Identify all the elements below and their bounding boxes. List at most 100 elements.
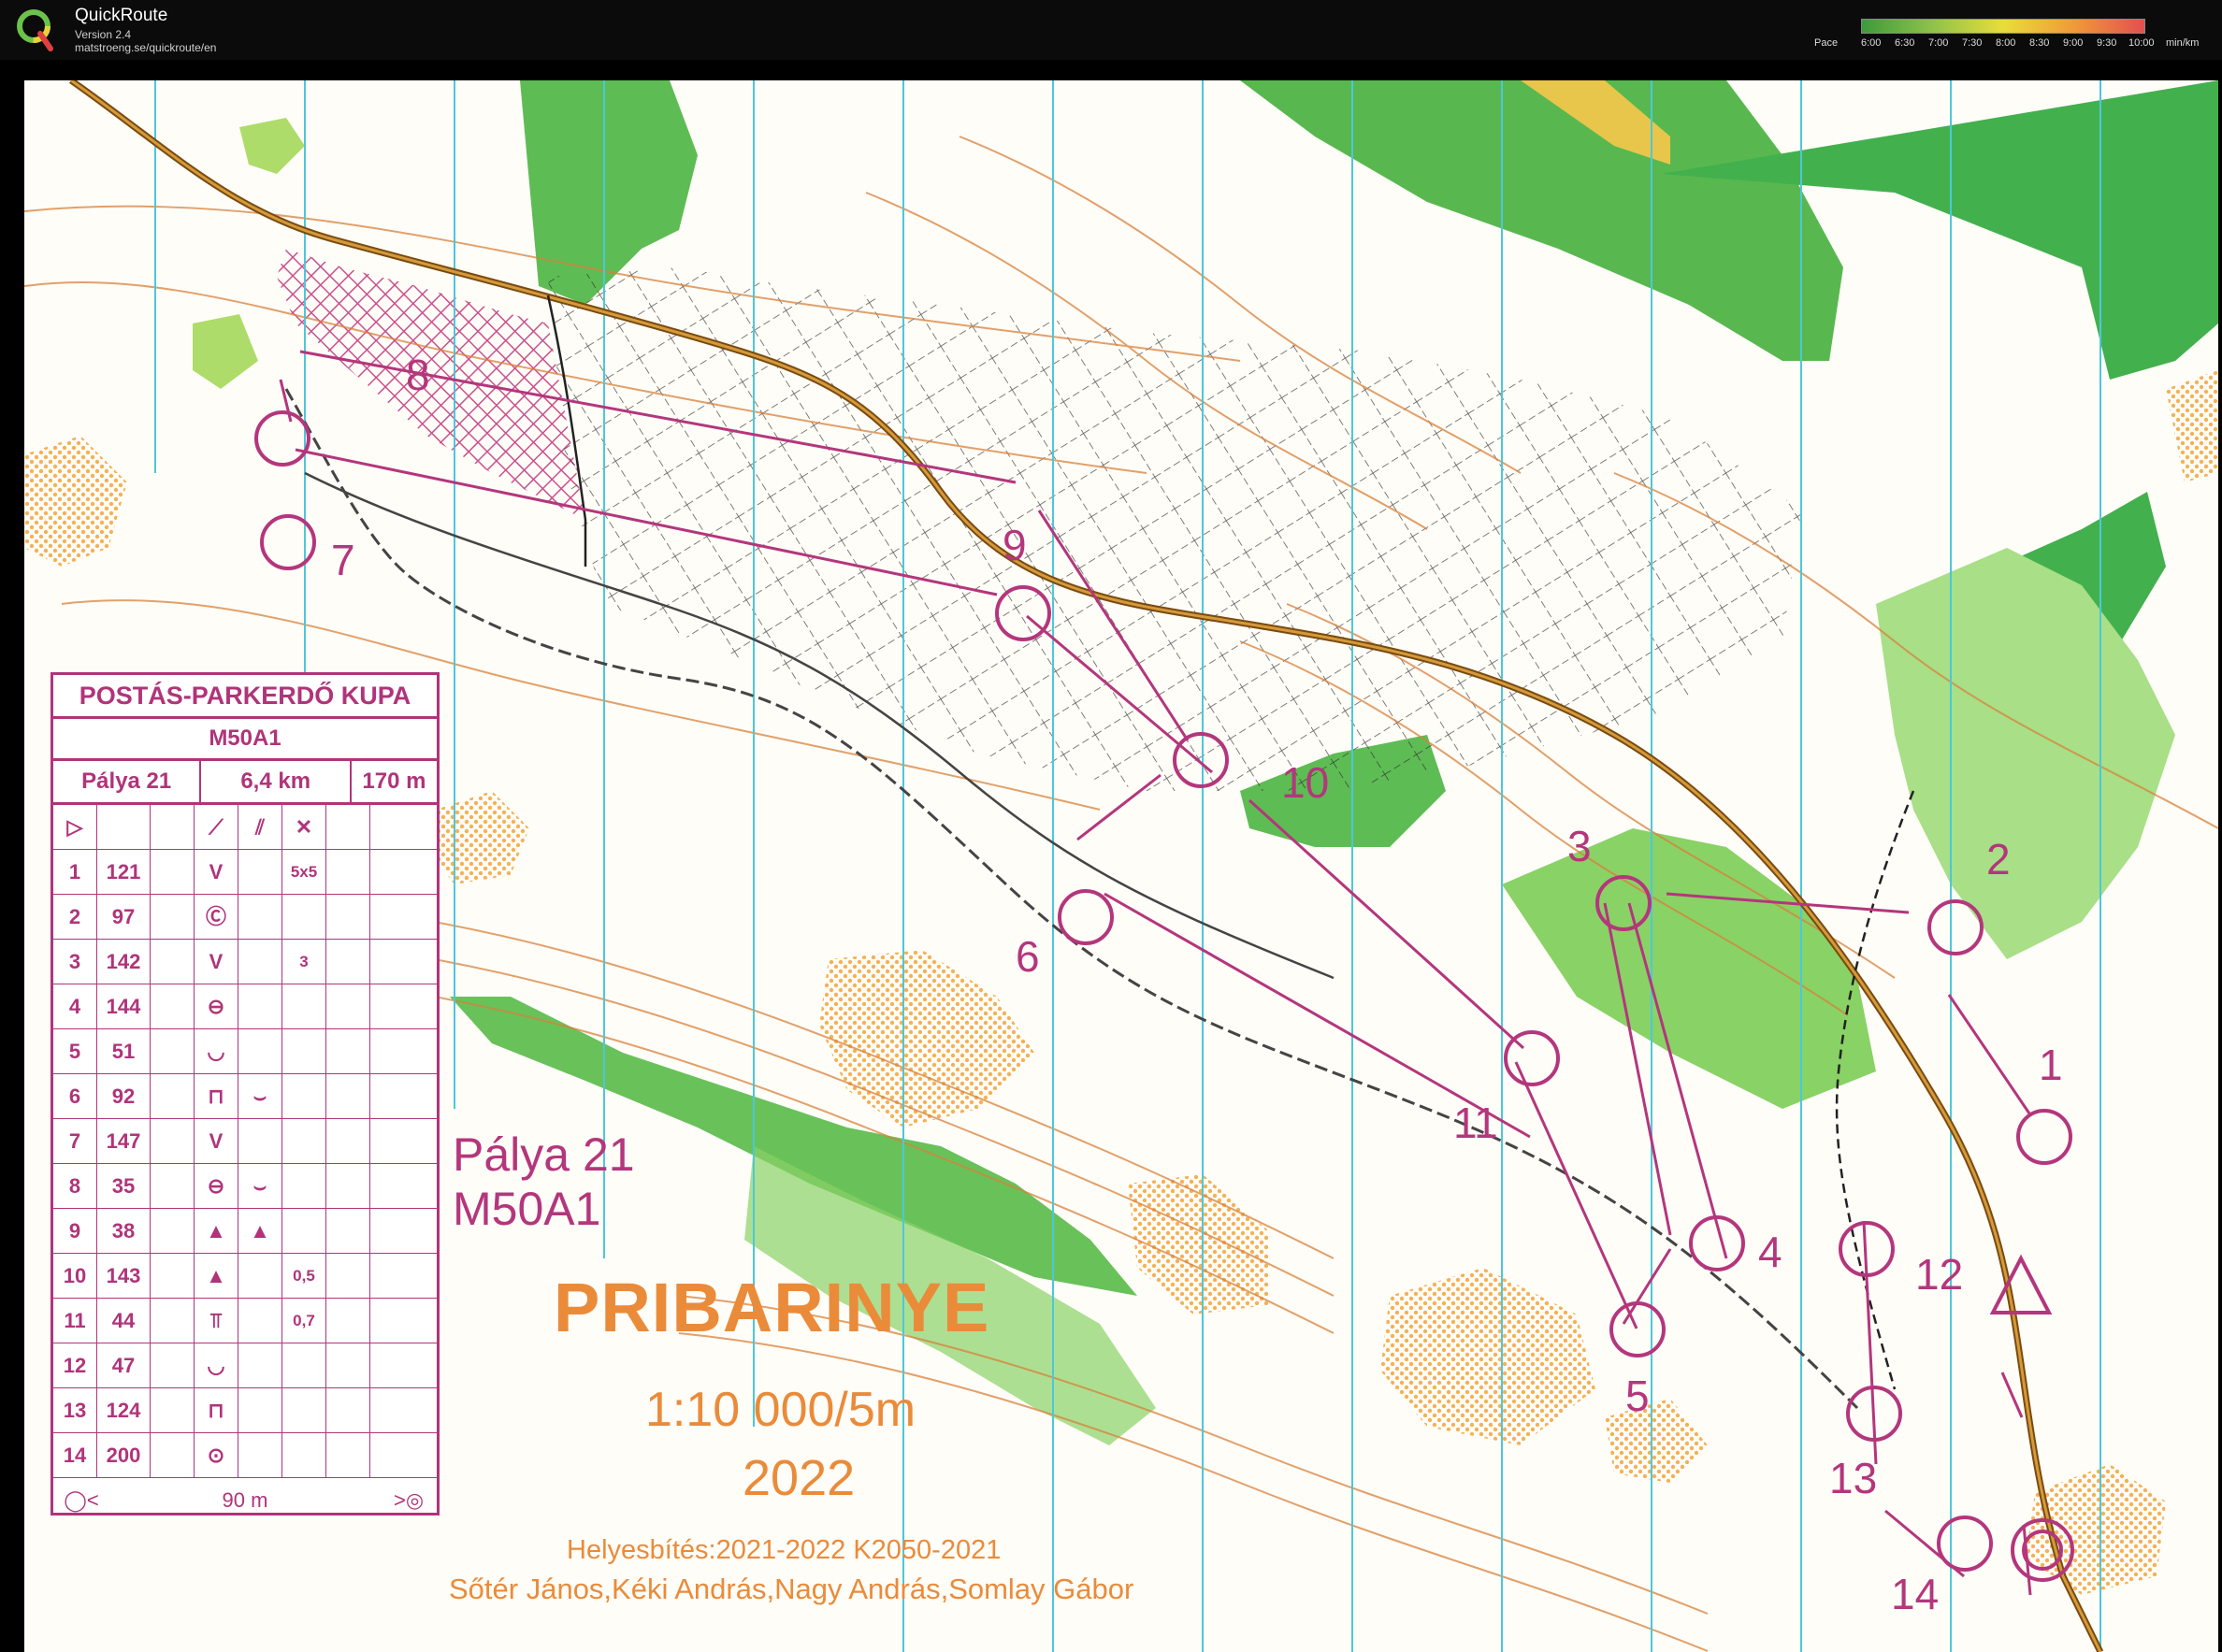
other-cell: [370, 1164, 413, 1208]
control-description-row: 4 144 ⊖: [53, 984, 437, 1029]
control-number: 4: [53, 984, 97, 1028]
start-row: ▷ ⟋ ⫽ ✕: [53, 805, 437, 850]
orienteering-map[interactable]: 1 2 3 4 5 6 7 8 9 10 11 12 13 14 Pálya 2…: [24, 80, 2218, 1652]
dimension-value: [282, 895, 326, 939]
control-number: 9: [53, 1209, 97, 1253]
control-description-row: 12 47 ◡: [53, 1343, 437, 1388]
finish-distance: 90 m: [222, 1488, 268, 1512]
other-cell: [370, 984, 413, 1028]
control-5: [1609, 1301, 1666, 1358]
direction-cell: [151, 1433, 195, 1477]
pace-tick: 6:00: [1861, 37, 1882, 49]
feature-symbol: ◡: [195, 1343, 238, 1387]
dimension-value: 0,5: [282, 1254, 326, 1298]
course-length: 6,4 km: [201, 761, 352, 802]
control-label-2: 2: [1986, 835, 2011, 883]
control-number: 11: [53, 1299, 97, 1343]
control-number: 3: [53, 940, 97, 984]
app-version-info: Version 2.4 matstroeng.se/quickroute/en: [75, 28, 216, 54]
course-label: Pálya 21: [53, 761, 202, 802]
control-code: 35: [97, 1164, 151, 1208]
control-code: 97: [97, 895, 151, 939]
control-number: 10: [53, 1254, 97, 1298]
pace-tick: 8:30: [2029, 37, 2050, 49]
other-cell: [370, 1388, 413, 1432]
control-2: [1927, 899, 1984, 955]
control-code: 200: [97, 1433, 151, 1477]
other-cell: [370, 940, 413, 984]
control-description-row: 7 147 V: [53, 1119, 437, 1164]
control-description-row: 2 97 Ⓒ: [53, 895, 437, 940]
control-code: 143: [97, 1254, 151, 1298]
course-class: M50A1: [453, 1183, 601, 1235]
control-code: 51: [97, 1029, 151, 1073]
control-description-row: 1 121 V 5x5: [53, 850, 437, 895]
control-14: [1937, 1516, 1993, 1572]
pace-tick: 8:00: [1996, 37, 2016, 49]
control-8: [254, 410, 310, 467]
feature-symbol: ⊓: [195, 1388, 238, 1432]
app-version: Version 2.4: [75, 28, 132, 41]
control-label-12: 12: [1915, 1250, 1964, 1299]
control-11: [1504, 1030, 1560, 1086]
course-info-row: Pálya 21 6,4 km 170 m: [53, 761, 437, 805]
other-cell: [370, 1074, 413, 1118]
map-authors: Sőtér János,Kéki András,Nagy András,Soml…: [449, 1573, 1134, 1605]
feature-symbol: V: [195, 850, 238, 894]
appearance-symbol: [238, 1119, 282, 1163]
location-cell: [326, 1164, 370, 1208]
direction-cell: [151, 1299, 195, 1343]
feature-symbol: Ⓒ: [195, 895, 238, 939]
map-scale: 1:10 000/5m: [645, 1383, 916, 1437]
dimension-value: [282, 1388, 326, 1432]
dimension-value: 0,7: [282, 1299, 326, 1343]
other-cell: [370, 1209, 413, 1253]
dimension-value: 3: [282, 940, 326, 984]
control-description-sheet: POSTÁS-PARKERDŐ KUPA M50A1 Pálya 21 6,4 …: [50, 672, 440, 1516]
appearance-symbol: [238, 1299, 282, 1343]
control-label-7: 7: [331, 536, 355, 584]
app-url: matstroeng.se/quickroute/en: [75, 41, 217, 54]
direction-cell: [151, 940, 195, 984]
location-cell: [326, 1029, 370, 1073]
direction-cell: [151, 984, 195, 1028]
location-cell: [326, 984, 370, 1028]
map-title: PRIBARINYE: [554, 1269, 990, 1346]
control-label-11: 11: [1453, 1099, 1498, 1147]
appearance-symbol: [238, 1343, 282, 1387]
appearance-symbol: ⌣: [238, 1164, 282, 1208]
location-cell: [326, 1254, 370, 1298]
course-name-label: Pálya 21 M50A1: [453, 1128, 635, 1236]
control-number: 2: [53, 895, 97, 939]
control-6: [1058, 889, 1114, 945]
direction-cell: [151, 1254, 195, 1298]
control-description-row: 5 51 ◡: [53, 1029, 437, 1074]
feature-symbol: ▲: [195, 1209, 238, 1253]
control-label-13: 13: [1829, 1454, 1878, 1502]
control-number: 6: [53, 1074, 97, 1118]
control-rows: 1 121 V 5x5 2 97 Ⓒ 3 142 V 3 4 144 ⊖ 5 51 ◡ 6 92 ⊓ ⌣ 7 147 V 8 35…: [53, 850, 437, 1478]
control-number: 5: [53, 1029, 97, 1073]
direction-cell: [151, 895, 195, 939]
control-code: 124: [97, 1388, 151, 1432]
control-description-row: 11 44 ⫪ 0,7: [53, 1299, 437, 1343]
dimension-value: [282, 1164, 326, 1208]
control-description-row: 8 35 ⊖ ⌣: [53, 1164, 437, 1209]
app-title: QuickRoute: [75, 6, 168, 25]
feature-symbol: ▲: [195, 1254, 238, 1298]
control-description-row: 9 38 ▲ ▲: [53, 1209, 437, 1254]
control-number: 8: [53, 1164, 97, 1208]
appearance-symbol: [238, 984, 282, 1028]
restricted-area: [277, 249, 585, 520]
appearance-symbol: ⌣: [238, 1074, 282, 1118]
rough-grid-area: [548, 267, 1801, 791]
feature-symbol: ⫪: [195, 1299, 238, 1343]
control-number: 13: [53, 1388, 97, 1432]
dimension-value: [282, 1029, 326, 1073]
location-cell: [326, 895, 370, 939]
crossing-symbol-icon: ✕: [282, 805, 326, 849]
location-cell: [326, 850, 370, 894]
control-description-row: 6 92 ⊓ ⌣: [53, 1074, 437, 1119]
control-description-row: 13 124 ⊓: [53, 1388, 437, 1433]
control-label-6: 6: [1016, 932, 1040, 981]
